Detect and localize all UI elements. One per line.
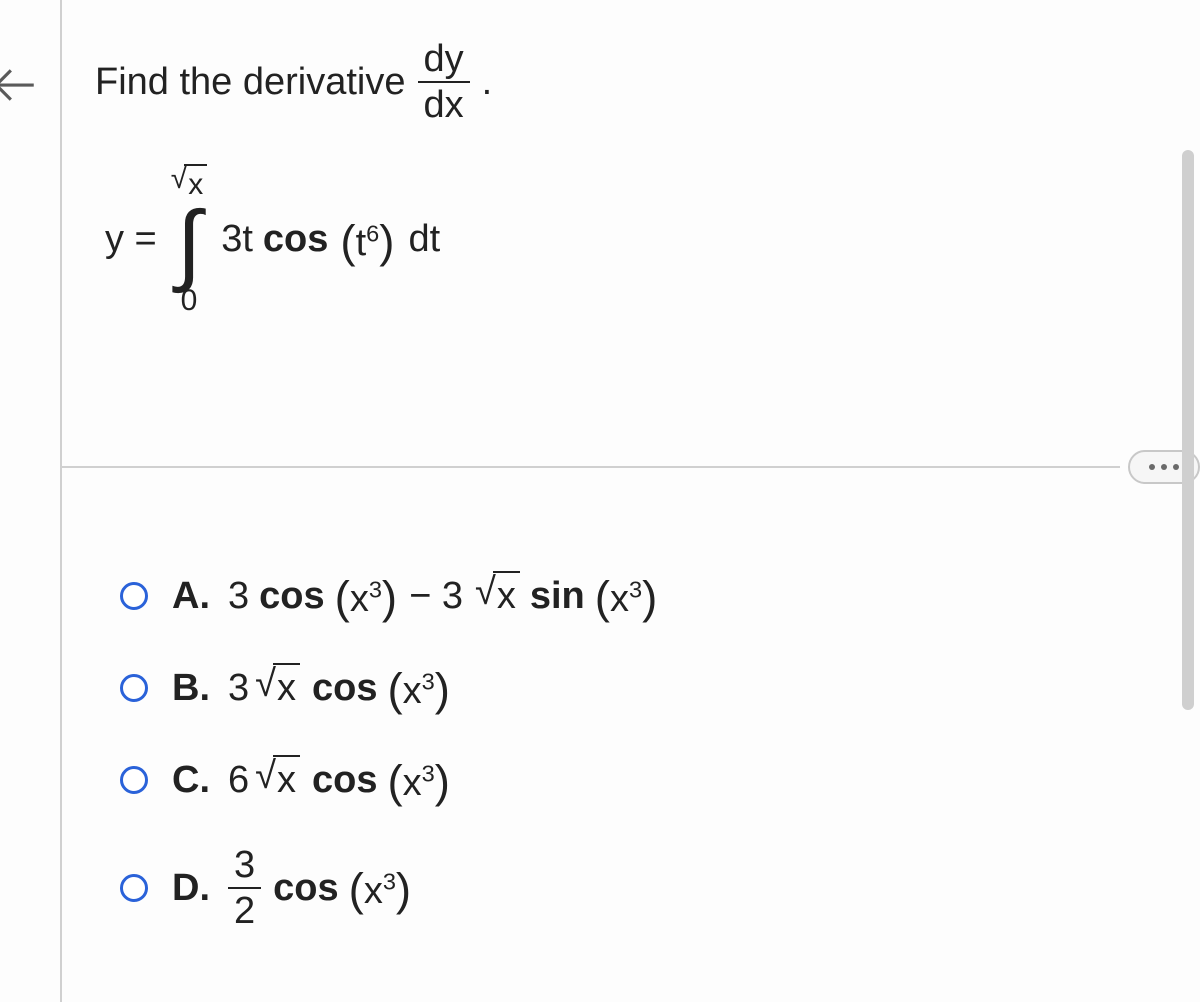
- integral-symbol: √x ∫ 0: [171, 164, 207, 316]
- sqrt-icon: √x: [255, 663, 300, 713]
- radio-icon[interactable]: [120, 582, 148, 610]
- back-arrow-icon[interactable]: [0, 60, 40, 115]
- scrollbar[interactable]: [1182, 150, 1194, 710]
- vertical-divider: [60, 0, 62, 1002]
- section-divider: [62, 450, 1200, 484]
- radio-icon[interactable]: [120, 766, 148, 794]
- option-c[interactable]: C. 6 √x cos (x3): [120, 754, 657, 806]
- radio-icon[interactable]: [120, 674, 148, 702]
- integral-equation: y = √x ∫ 0 3t cos (t6) dt: [105, 164, 1160, 316]
- option-a[interactable]: A. 3 cos (x3) − 3 √x sin (x3): [120, 570, 657, 622]
- dot-icon: [1173, 464, 1179, 470]
- prompt-text: Find the derivative: [95, 61, 406, 104]
- sqrt-icon: √x: [475, 571, 520, 621]
- equation-lhs: y =: [105, 218, 157, 261]
- question-prompt: Find the derivative dy dx .: [95, 40, 1160, 124]
- dot-icon: [1149, 464, 1155, 470]
- integrand: 3t cos (t6) dt: [221, 214, 440, 266]
- radio-icon[interactable]: [120, 874, 148, 902]
- option-d[interactable]: D. 3 2 cos (x3): [120, 846, 657, 930]
- dy-dx-fraction: dy dx: [418, 40, 470, 124]
- dot-icon: [1161, 464, 1167, 470]
- option-b[interactable]: B. 3 √x cos (x3): [120, 662, 657, 714]
- sqrt-icon: √x: [255, 755, 300, 805]
